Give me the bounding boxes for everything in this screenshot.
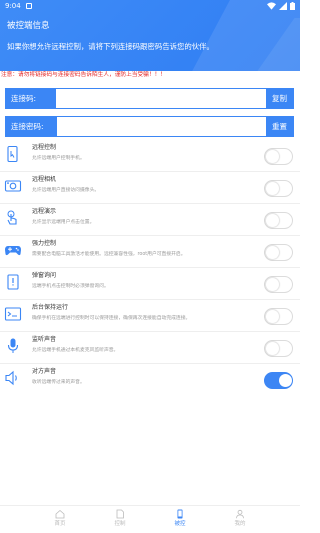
toggle-knob: [266, 150, 279, 163]
camera-icon: [4, 177, 22, 195]
feature-toggle[interactable]: [264, 148, 293, 165]
feature-desc: 允许远端手机通过本机麦克风监听声音。: [32, 348, 119, 353]
feature-desc: 允许远端用户直接访问摄像头。: [32, 188, 100, 193]
speaker-icon: [4, 369, 22, 387]
feature-desc: 允许远端用户控制手机。: [32, 156, 85, 161]
feature-desc: 确保手机在远端进行控制时可以保持连接，确保再次连接能自动完成连接。: [32, 316, 191, 321]
feature-desc: 远端手机点击控制时必须弹窗询问。: [32, 284, 109, 289]
feature-desc: 需要配合电脑工具激活才能使用。远控兼容性强，root用户可直接开启。: [32, 252, 186, 257]
tab-home[interactable]: 首页: [40, 509, 80, 528]
signal-icon: [279, 2, 287, 10]
feature-name: 远程演示: [32, 208, 57, 215]
header: 9:04 被控端信息 如果你想允许远程控制，请将下列连接码跟密码告诉您的伙伴。: [0, 0, 300, 71]
battery-icon: [290, 2, 295, 10]
toggle-knob: [266, 182, 279, 195]
tab-label: 控制: [114, 521, 126, 527]
connection-code-input[interactable]: [56, 89, 266, 108]
toggle-knob: [266, 246, 279, 259]
user-icon: [236, 509, 244, 519]
terminal-icon: [4, 305, 22, 323]
bottom-tab-bar: 首页 控制 被控 我的: [0, 505, 300, 533]
connection-password-field: 连接密码: 重置: [5, 116, 294, 137]
tab-controlled[interactable]: 被控: [160, 509, 200, 528]
phone-control-icon: [4, 145, 22, 163]
wifi-icon: [267, 2, 276, 10]
tab-label: 我的: [234, 521, 246, 527]
notification-icon: [26, 3, 32, 9]
feature-toggle[interactable]: [264, 244, 293, 261]
file-icon: [116, 509, 124, 519]
tab-control[interactable]: 控制: [100, 509, 140, 528]
feature-desc: 收听远端传过来的声音。: [32, 380, 85, 385]
reset-button[interactable]: 重置: [266, 117, 293, 136]
feature-toggle[interactable]: [264, 308, 293, 325]
tab-label: 被控: [174, 521, 186, 527]
toggle-knob: [266, 342, 279, 355]
feature-toggle[interactable]: [264, 340, 293, 357]
feature-row-strong-control: 强力控制 需要配合电脑工具激活才能使用。远控兼容性强，root用户可直接开启。: [0, 236, 300, 268]
touch-icon: [4, 209, 22, 227]
home-icon: [55, 509, 65, 519]
toggle-knob: [266, 310, 279, 323]
feature-toggle[interactable]: [264, 276, 293, 293]
feature-name: 强力控制: [32, 240, 57, 247]
gamepad-icon: [4, 241, 22, 259]
toggle-knob: [279, 374, 292, 387]
toggle-knob: [266, 214, 279, 227]
connection-password-input[interactable]: [57, 117, 266, 136]
connection-code-label: 连接码:: [6, 89, 56, 108]
mobile-icon: [177, 509, 183, 519]
feature-row-remote-camera: 远程相机 允许远端用户直接访问摄像头。: [0, 172, 300, 204]
feature-row-remote-control: 远程控制 允许远端用户控制手机。: [0, 140, 300, 172]
feature-toggle[interactable]: [264, 212, 293, 229]
feature-name: 远程相机: [32, 176, 57, 183]
toggle-knob: [266, 278, 279, 291]
feature-row-popup-ask: 弹窗询问 远端手机点击控制时必须弹窗询问。: [0, 268, 300, 300]
feature-toggle[interactable]: [264, 372, 293, 389]
feature-name: 远程控制: [32, 144, 57, 151]
feature-name: 后台保持运行: [32, 304, 69, 311]
tab-mine[interactable]: 我的: [220, 509, 260, 528]
tab-label: 首页: [54, 521, 66, 527]
warning-notice: 注意：请勿将链接码与连接密码告诉陌生人，谨防上当受骗！！！: [1, 72, 166, 78]
feature-name: 对方声音: [32, 368, 57, 375]
status-bar: 9:04: [0, 0, 300, 12]
feature-toggle[interactable]: [264, 180, 293, 197]
connection-password-label: 连接密码:: [6, 117, 57, 136]
feature-row-listen-sound: 监听声音 允许远端手机通过本机麦克风监听声音。: [0, 332, 300, 364]
feature-row-remote-demo: 远程演示 允许显示远端用户点击位置。: [0, 204, 300, 236]
feature-row-peer-sound: 对方声音 收听远端传过来的声音。: [0, 364, 300, 396]
page-title: 被控端信息: [7, 21, 50, 31]
page-subtitle: 如果你想允许远程控制，请将下列连接码跟密码告诉您的伙伴。: [7, 42, 214, 51]
connection-code-field: 连接码: 复制: [5, 88, 294, 109]
popup-icon: [4, 273, 22, 291]
feature-name: 监听声音: [32, 336, 57, 343]
microphone-icon: [4, 337, 22, 355]
copy-button[interactable]: 复制: [266, 89, 293, 108]
feature-name: 弹窗询问: [32, 272, 57, 279]
feature-row-keep-alive: 后台保持运行 确保手机在远端进行控制时可以保持连接，确保再次连接能自动完成连接。: [0, 300, 300, 332]
feature-desc: 允许显示远端用户点击位置。: [32, 220, 95, 225]
status-time: 9:04: [5, 2, 21, 10]
status-icons: [267, 2, 295, 10]
